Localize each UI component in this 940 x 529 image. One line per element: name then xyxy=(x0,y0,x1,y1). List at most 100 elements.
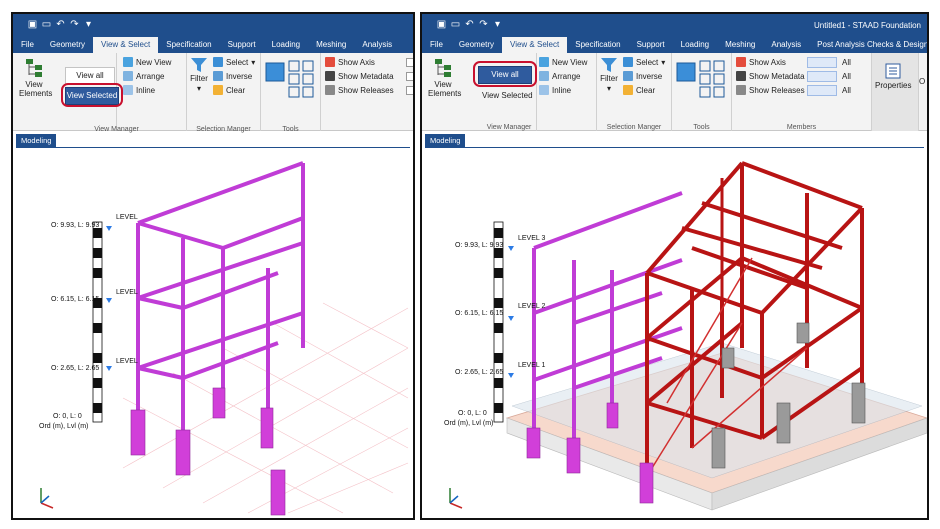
save-icon[interactable]: ▣ xyxy=(27,19,38,30)
view-elements-icon xyxy=(435,59,451,77)
properties-icon xyxy=(885,63,901,79)
redo-icon[interactable]: ↷ xyxy=(69,19,80,30)
show-axis-label: Show Axis xyxy=(749,57,786,67)
view-elements-button[interactable]: View Elements xyxy=(428,57,461,98)
tab-support[interactable]: Support xyxy=(220,37,264,53)
show-releases-button[interactable]: Show Releases xyxy=(325,85,394,95)
tab-geometry[interactable]: Geometry xyxy=(451,37,502,53)
tab-specification[interactable]: Specification xyxy=(158,37,219,53)
tab-support[interactable]: Support xyxy=(629,37,673,53)
tab-post-analysis-checks-design[interactable]: Post Analysis Checks & Design xyxy=(809,37,927,53)
tab-loading[interactable]: Loading xyxy=(673,37,717,53)
tab-loading[interactable]: Loading xyxy=(264,37,308,53)
customize-icon[interactable]: ▾ xyxy=(492,19,503,30)
view-selected-button[interactable]: View Selected xyxy=(482,91,533,100)
show-axis-button[interactable]: Show Axis xyxy=(325,57,375,67)
redo-icon[interactable]: ↷ xyxy=(478,19,489,30)
level-ordinate: O: 0, L: 0 xyxy=(53,413,82,420)
tab-specification[interactable]: Specification xyxy=(567,37,628,53)
select-button[interactable]: Select ▾ xyxy=(623,57,665,67)
open-folder-icon[interactable]: ▭ xyxy=(450,19,461,30)
filter-button[interactable]: Filter ▾ xyxy=(190,57,208,93)
view-elements-label: View Elements xyxy=(19,80,53,98)
inverse-button[interactable]: Inverse xyxy=(623,71,662,81)
arrange-button[interactable]: Arrange xyxy=(123,71,164,81)
model-viewport[interactable] xyxy=(13,148,413,518)
inverse-button[interactable]: Inverse xyxy=(213,71,252,81)
level-ordinate: O: 2.65, L: 2.65 xyxy=(455,369,504,376)
show-metadata-label: Show Metadata xyxy=(749,71,805,81)
show-axis-button[interactable]: Show Axis xyxy=(736,57,786,67)
properties-button[interactable]: Properties xyxy=(875,63,911,90)
new-view-button[interactable]: New View xyxy=(123,57,171,67)
customize-icon[interactable]: ▾ xyxy=(83,19,94,30)
filter-dropdown-icon: ▾ xyxy=(606,84,611,93)
left-screenshot-panel: ▣ ▭ ↶ ↷ ▾ File Geometry View & Select Speci… xyxy=(11,12,415,520)
tab-geometry[interactable]: Geometry xyxy=(42,37,93,53)
inline-button[interactable]: Inline xyxy=(539,85,571,95)
inline-button[interactable]: Inline xyxy=(123,85,155,95)
show-metadata-checkbox[interactable] xyxy=(406,72,413,81)
other-button[interactable]: O xyxy=(919,77,925,86)
filter-label: Filter xyxy=(190,74,208,83)
clear-button[interactable]: Clear xyxy=(213,85,245,95)
show-releases-label: Show Releases xyxy=(338,85,394,95)
show-releases-field[interactable] xyxy=(807,85,837,96)
show-axis-scope[interactable]: All xyxy=(842,58,851,67)
tab-analysis[interactable]: Analysis xyxy=(354,37,400,53)
tab-view-select[interactable]: View & Select xyxy=(502,37,568,53)
filter-button[interactable]: Filter ▾ xyxy=(600,57,618,93)
tab-analysis[interactable]: Analysis xyxy=(763,37,809,53)
properties-group: Properties xyxy=(872,53,919,131)
show-releases-button[interactable]: Show Releases xyxy=(736,85,805,95)
axis-triad xyxy=(40,488,54,509)
releases-icon xyxy=(325,85,335,95)
new-view-button[interactable]: New View xyxy=(539,57,587,67)
level-ruler xyxy=(493,221,514,423)
view-elements-button[interactable]: View Elements xyxy=(19,57,53,98)
level-ordinate: O: 6.15, L: 6.15 xyxy=(51,296,100,303)
quick-access-toolbar: ▣ ▭ ↶ ↷ ▾ xyxy=(27,19,94,30)
undo-icon[interactable]: ↶ xyxy=(55,19,66,30)
undo-icon[interactable]: ↶ xyxy=(464,19,475,30)
members-group: Show Axis Show Metadata Show Releases Al… xyxy=(732,53,872,131)
quick-access-toolbar: ▣ ▭ ↶ ↷ ▾ xyxy=(436,19,503,30)
select-button[interactable]: Select ▾ xyxy=(213,57,255,67)
view-options-group: New View Arrange Inline View Manager xyxy=(487,53,597,131)
new-view-label: New View xyxy=(552,57,588,67)
level-name: LEVEL 2 xyxy=(518,303,546,310)
show-metadata-field[interactable] xyxy=(807,71,837,82)
level-ordinate: O: 6.15, L: 6.15 xyxy=(455,310,504,317)
open-folder-icon[interactable]: ▭ xyxy=(41,19,52,30)
view-manager-group-label: View Manager xyxy=(94,126,139,133)
tab-file[interactable]: File xyxy=(13,37,42,53)
tab-meshing[interactable]: Meshing xyxy=(717,37,763,53)
arrange-label: Arrange xyxy=(136,71,165,81)
view-cube-icons[interactable] xyxy=(265,59,319,99)
arrange-button[interactable]: Arrange xyxy=(539,71,580,81)
tab-view-select[interactable]: View & Select xyxy=(93,37,159,53)
show-releases-scope[interactable]: All xyxy=(842,86,851,95)
releases-icon xyxy=(736,85,746,95)
model-viewport[interactable] xyxy=(422,148,927,518)
view-cube-icons[interactable] xyxy=(676,59,730,99)
show-metadata-button[interactable]: Show Metadata xyxy=(736,71,805,81)
ribbon: View Elements View all View Selected New… xyxy=(422,53,927,131)
show-axis-field[interactable] xyxy=(807,57,837,68)
show-metadata-scope[interactable]: All xyxy=(842,72,851,81)
modeling-tab[interactable]: Modeling xyxy=(425,134,466,147)
title-bar: ▣ ▭ ↶ ↷ ▾ Untitled1 - STAAD Foundation xyxy=(422,14,927,37)
clear-button[interactable]: Clear xyxy=(623,85,655,95)
view-elements-icon xyxy=(26,59,42,77)
arrange-icon xyxy=(123,71,133,81)
tab-meshing[interactable]: Meshing xyxy=(308,37,354,53)
level-ordinate: O: 0, L: 0 xyxy=(458,410,487,417)
inline-icon xyxy=(123,85,133,95)
show-axis-checkbox[interactable] xyxy=(406,58,413,67)
show-metadata-button[interactable]: Show Metadata xyxy=(325,71,394,81)
tab-file[interactable]: File xyxy=(422,37,451,53)
show-releases-checkbox[interactable] xyxy=(406,86,413,95)
select-dropdown-icon: ▾ xyxy=(251,57,256,67)
modeling-tab[interactable]: Modeling xyxy=(16,134,57,147)
save-icon[interactable]: ▣ xyxy=(436,19,447,30)
